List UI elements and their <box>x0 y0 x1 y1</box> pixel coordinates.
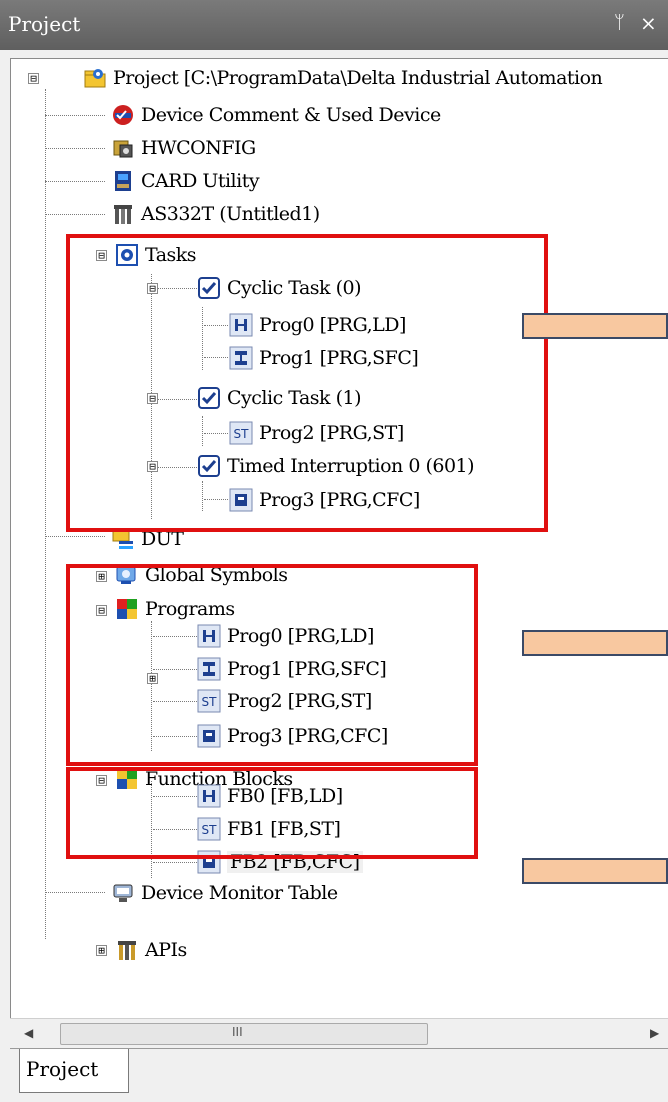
tree-label: Project [C:\ProgramData\Delta Industrial… <box>113 67 603 89</box>
tree-label: AS332T (Untitled1) <box>141 203 320 225</box>
tree-label: Device Monitor Table <box>141 882 338 904</box>
horizontal-scrollbar[interactable]: ◀ III ▶ <box>10 1018 668 1049</box>
tree-node-apis[interactable]: APIs <box>115 934 187 966</box>
device-monitor-icon <box>111 881 135 905</box>
callout-tasks <box>522 313 668 339</box>
callout-programs <box>522 630 668 656</box>
function-blocks-highlight-box <box>66 767 478 859</box>
tree-node-hwconfig[interactable]: HWCONFIG <box>111 132 256 164</box>
tasks-highlight-box <box>66 234 548 532</box>
tree-node-card-utility[interactable]: CARD Utility <box>111 165 260 197</box>
tab-project[interactable]: Project <box>19 1049 129 1093</box>
tree-label: HWCONFIG <box>141 137 256 159</box>
tree-node-device-monitor[interactable]: Device Monitor Table <box>111 877 338 909</box>
project-panel: Project ᛘ × ⊟ ⊟ ⊟ ⊟ ⊟ ⊞ ⊟ ⊞ ⊟ ⊞ Project … <box>0 0 668 1102</box>
tree-label: CARD Utility <box>141 170 260 192</box>
panel-tabbar: Project <box>10 1048 668 1102</box>
expander-project[interactable]: ⊟ <box>28 73 39 84</box>
tree-label: Device Comment & Used Device <box>141 104 441 126</box>
scrollbar-grip: III <box>232 1025 243 1039</box>
close-icon[interactable]: × <box>640 11 657 35</box>
hwconfig-icon <box>111 136 135 160</box>
device-comment-icon <box>111 103 135 127</box>
tree-node-as332t[interactable]: AS332T (Untitled1) <box>111 198 320 230</box>
scroll-left-icon[interactable]: ◀ <box>24 1026 33 1040</box>
plc-device-icon <box>111 202 135 226</box>
tree-node-project[interactable]: Project [C:\ProgramData\Delta Industrial… <box>83 62 603 94</box>
pin-icon[interactable]: ᛘ <box>614 12 625 33</box>
tree-node-device-comment[interactable]: Device Comment & Used Device <box>111 99 441 131</box>
panel-title: Project <box>8 12 81 36</box>
callout-function-blocks <box>522 858 668 884</box>
card-utility-icon <box>111 169 135 193</box>
programs-highlight-box <box>66 564 478 766</box>
scrollbar-thumb[interactable] <box>60 1023 428 1045</box>
panel-titlebar: Project ᛘ × <box>0 0 668 50</box>
apis-icon <box>115 938 139 962</box>
tree-label: APIs <box>145 939 187 961</box>
expander-apis[interactable]: ⊞ <box>96 945 107 956</box>
project-folder-icon <box>83 66 107 90</box>
scroll-right-icon[interactable]: ▶ <box>650 1026 659 1040</box>
